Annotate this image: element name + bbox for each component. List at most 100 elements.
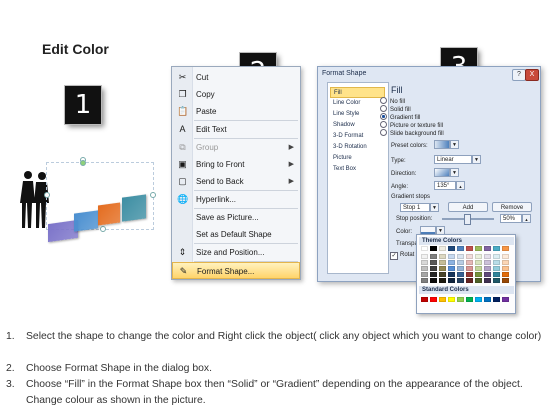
category-3-d-rotation[interactable]: 3-D Rotation [330,142,388,153]
theme-shade-swatch[interactable] [421,278,428,283]
category-text-box[interactable]: Text Box [330,164,388,175]
theme-shade-swatch[interactable] [448,254,455,259]
theme-shade-swatch[interactable] [421,254,428,259]
theme-color-swatch[interactable] [430,246,437,251]
remove-stop-button[interactable]: Remove [492,202,532,212]
theme-shade-swatch[interactable] [466,278,473,283]
theme-shade-swatch[interactable] [502,266,509,271]
theme-shade-swatch[interactable] [475,266,482,271]
direction-button[interactable] [434,168,450,177]
menu-item-bring-to-front[interactable]: ▣ Bring to Front ▶ [172,156,300,173]
standard-color-swatch[interactable] [484,297,491,302]
menu-item-group[interactable]: ⧉ Group ▶ [172,139,300,156]
theme-shade-swatch[interactable] [430,278,437,283]
theme-shade-swatch[interactable] [493,272,500,277]
theme-color-swatch[interactable] [448,246,455,251]
menu-item-format-shape[interactable]: ✎ Format Shape... [172,262,300,279]
menu-item-cut[interactable]: ✂ Cut [172,69,300,86]
rotate-checkbox[interactable]: ✓ [390,252,398,260]
close-button[interactable]: X [525,69,539,81]
theme-shade-swatch[interactable] [484,254,491,259]
selection-handle[interactable] [44,192,50,198]
fill-option-no-fill[interactable]: No fill [380,97,405,105]
standard-color-swatch[interactable] [430,297,437,302]
radio-button[interactable] [380,121,387,128]
theme-shade-swatch[interactable] [448,278,455,283]
theme-shade-swatch[interactable] [448,266,455,271]
selection-handle[interactable] [100,226,106,232]
stop-position-spinner[interactable]: ▲ [522,214,531,223]
chevron-down-icon[interactable]: ▼ [430,203,439,212]
theme-shade-swatch[interactable] [439,254,446,259]
theme-shade-swatch[interactable] [457,266,464,271]
theme-color-swatch[interactable] [502,246,509,251]
slider-thumb[interactable] [464,214,471,225]
chevron-down-icon[interactable]: ▼ [472,155,481,164]
category-picture[interactable]: Picture [330,153,388,164]
menu-item-set-as-default-shape[interactable]: Set as Default Shape [172,226,300,243]
theme-shade-swatch[interactable] [502,254,509,259]
theme-shade-swatch[interactable] [430,254,437,259]
theme-color-swatch[interactable] [466,246,473,251]
fill-option-slide-background-fill[interactable]: Slide background fill [380,129,444,137]
theme-shade-swatch[interactable] [475,254,482,259]
standard-color-swatch[interactable] [457,297,464,302]
theme-shade-swatch[interactable] [493,266,500,271]
fill-option-gradient-fill[interactable]: Gradient fill [380,113,420,121]
theme-shade-swatch[interactable] [466,272,473,277]
theme-shade-swatch[interactable] [430,272,437,277]
theme-shade-swatch[interactable] [475,260,482,265]
theme-shade-swatch[interactable] [484,266,491,271]
preset-colors-button[interactable] [434,140,450,149]
radio-button[interactable] [380,113,387,120]
standard-color-swatch[interactable] [493,297,500,302]
standard-color-swatch[interactable] [466,297,473,302]
color-tile-4[interactable] [122,194,146,222]
help-button[interactable]: ? [512,69,526,81]
theme-shade-swatch[interactable] [493,278,500,283]
theme-shade-swatch[interactable] [502,272,509,277]
angle-input[interactable]: 135° [434,181,456,190]
theme-shade-swatch[interactable] [484,272,491,277]
theme-shade-swatch[interactable] [484,260,491,265]
radio-button[interactable] [380,105,387,112]
chevron-down-icon[interactable]: ▼ [450,168,459,177]
theme-color-swatch[interactable] [457,246,464,251]
theme-shade-swatch[interactable] [448,260,455,265]
theme-shade-swatch[interactable] [448,272,455,277]
standard-color-swatch[interactable] [448,297,455,302]
stop-position-input[interactable]: 50% [500,214,522,223]
type-select[interactable]: Linear [434,155,472,164]
add-stop-button[interactable]: Add [448,202,488,212]
theme-shade-swatch[interactable] [457,272,464,277]
fill-option-solid-fill[interactable]: Solid fill [380,105,411,113]
radio-button[interactable] [380,129,387,136]
theme-shade-swatch[interactable] [466,254,473,259]
theme-shade-swatch[interactable] [493,260,500,265]
theme-shade-swatch[interactable] [439,260,446,265]
category-fill[interactable]: Fill [330,87,385,98]
theme-color-swatch[interactable] [484,246,491,251]
theme-shade-swatch[interactable] [421,266,428,271]
theme-shade-swatch[interactable] [421,260,428,265]
theme-shade-swatch[interactable] [430,260,437,265]
theme-shade-swatch[interactable] [430,266,437,271]
standard-color-swatch[interactable] [421,297,428,302]
theme-color-swatch[interactable] [439,246,446,251]
theme-shade-swatch[interactable] [457,260,464,265]
theme-shade-swatch[interactable] [466,260,473,265]
menu-item-send-to-back[interactable]: ▢ Send to Back ▶ [172,173,300,190]
stop-select[interactable]: Stop 1 [400,203,430,212]
theme-shade-swatch[interactable] [421,272,428,277]
fill-option-picture-or-texture-fill[interactable]: Picture or texture fill [380,121,443,129]
theme-shade-swatch[interactable] [466,266,473,271]
menu-item-save-as-picture[interactable]: Save as Picture... [172,209,300,226]
standard-color-swatch[interactable] [502,297,509,302]
theme-shade-swatch[interactable] [502,260,509,265]
theme-shade-swatch[interactable] [502,278,509,283]
standard-color-swatch[interactable] [475,297,482,302]
theme-shade-swatch[interactable] [439,278,446,283]
theme-shade-swatch[interactable] [457,254,464,259]
theme-shade-swatch[interactable] [439,272,446,277]
slide-illustration[interactable] [18,157,156,243]
